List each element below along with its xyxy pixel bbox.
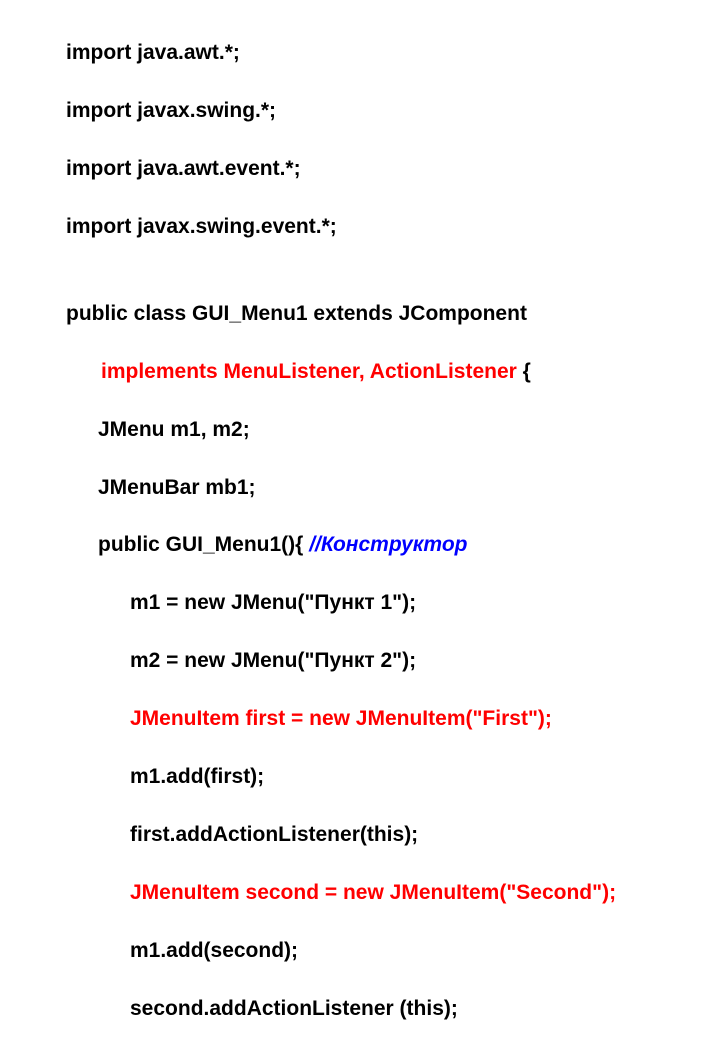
code-line: implements MenuListener, ActionListener … [66, 358, 720, 387]
code-line: m1.add(first); [66, 763, 720, 792]
constructor-comment: //Конструктор [309, 533, 467, 556]
code-line: import java.awt.event.*; [66, 155, 720, 184]
code-line: public GUI_Menu1(){ //Конструктор [66, 531, 720, 560]
java-code-snippet: import java.awt.*; import javax.swing.*;… [0, 0, 720, 1053]
code-line: JMenuItem second = new JMenuItem("Second… [66, 879, 720, 908]
code-line: JMenu m1, m2; [66, 416, 720, 445]
code-line: m1.add(second); [66, 937, 720, 966]
code-line: first.addActionListener(this); [66, 821, 720, 850]
code-line: JMenuItem first = new JMenuItem("First")… [66, 705, 720, 734]
code-line: import java.awt.*; [66, 39, 720, 68]
implements-clause: implements MenuListener, ActionListener [101, 360, 517, 383]
code-line: import javax.swing.*; [66, 97, 720, 126]
code-line: m1 = new JMenu("Пункт 1"); [66, 589, 720, 618]
code-line: m2 = new JMenu("Пункт 2"); [66, 647, 720, 676]
code-line: second.addActionListener (this); [66, 995, 720, 1024]
code-line: import javax.swing.event.*; [66, 213, 720, 242]
code-line: public class GUI_Menu1 extends JComponen… [66, 300, 720, 329]
menuitem-first: JMenuItem first = new JMenuItem("First")… [66, 705, 552, 734]
code-line: JMenuBar mb1; [66, 474, 720, 503]
menuitem-second: JMenuItem second = new JMenuItem("Second… [66, 879, 616, 908]
